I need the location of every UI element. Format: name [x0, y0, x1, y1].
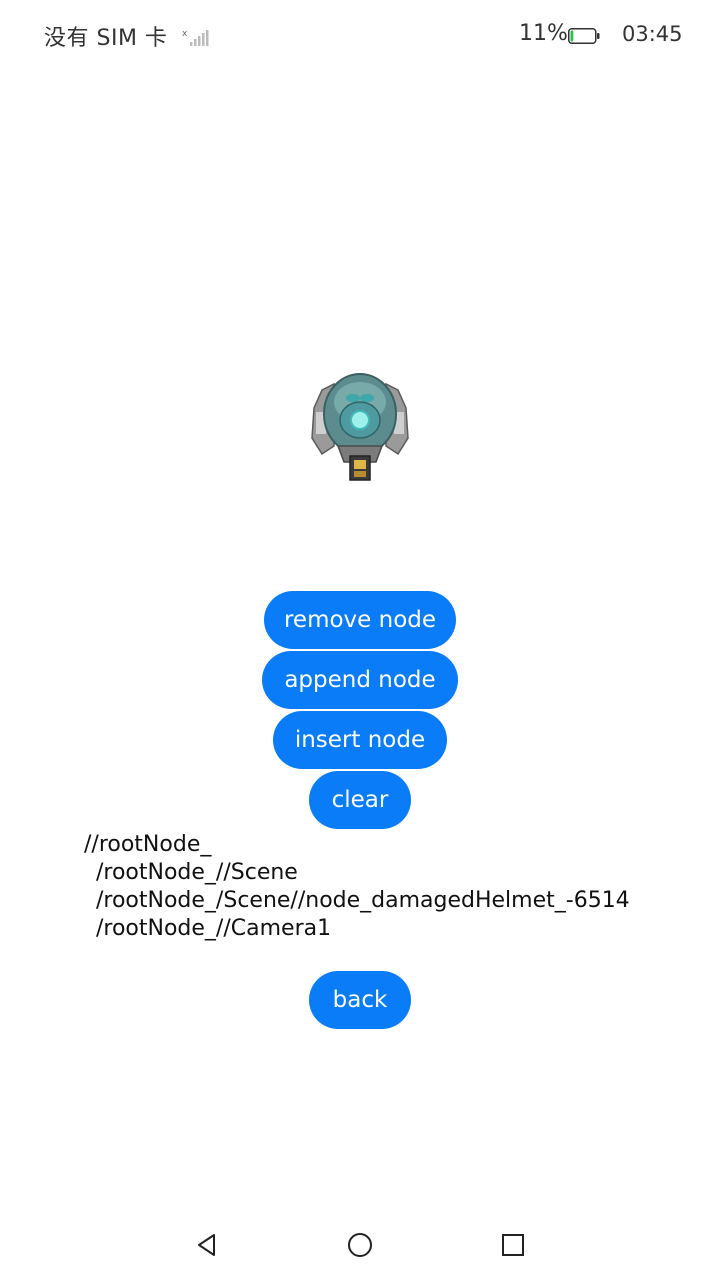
back-button[interactable]: back	[309, 971, 411, 1029]
home-circle-icon[interactable]	[345, 1230, 375, 1260]
back-triangle-icon[interactable]	[192, 1230, 222, 1260]
carrier-label: 没有 SIM 卡	[44, 26, 168, 51]
app-screen: 没有 SIM 卡 x 11% 03:45 remove node append …	[0, 0, 720, 1280]
append-node-button[interactable]: append node	[262, 651, 458, 709]
status-bar: 没有 SIM 卡 x 11% 03:45	[0, 0, 720, 72]
clear-button[interactable]: clear	[309, 771, 411, 829]
navigation-bar	[0, 1210, 720, 1280]
signal-icon: x	[182, 29, 209, 46]
svg-text:x: x	[182, 29, 188, 39]
insert-node-button[interactable]: insert node	[273, 711, 447, 769]
scene-viewport[interactable]	[0, 72, 720, 582]
battery-level-fill	[570, 30, 574, 42]
recents-square-icon[interactable]	[498, 1230, 528, 1260]
battery-percent: 11%	[519, 21, 568, 46]
battery-icon	[568, 28, 600, 44]
node-tree-line: /rootNode_//Camera1	[96, 916, 332, 941]
remove-node-button[interactable]: remove node	[264, 591, 456, 649]
helmet-model-icon	[311, 373, 409, 481]
node-tree-line: /rootNode_/Scene//node_damagedHelmet_-65…	[96, 888, 630, 913]
clock: 03:45	[622, 22, 683, 46]
node-tree-line: //rootNode_	[84, 832, 212, 857]
node-tree-line: /rootNode_//Scene	[96, 860, 298, 885]
node-tree-text: //rootNode_ /rootNode_//Scene /rootNode_…	[84, 831, 684, 943]
